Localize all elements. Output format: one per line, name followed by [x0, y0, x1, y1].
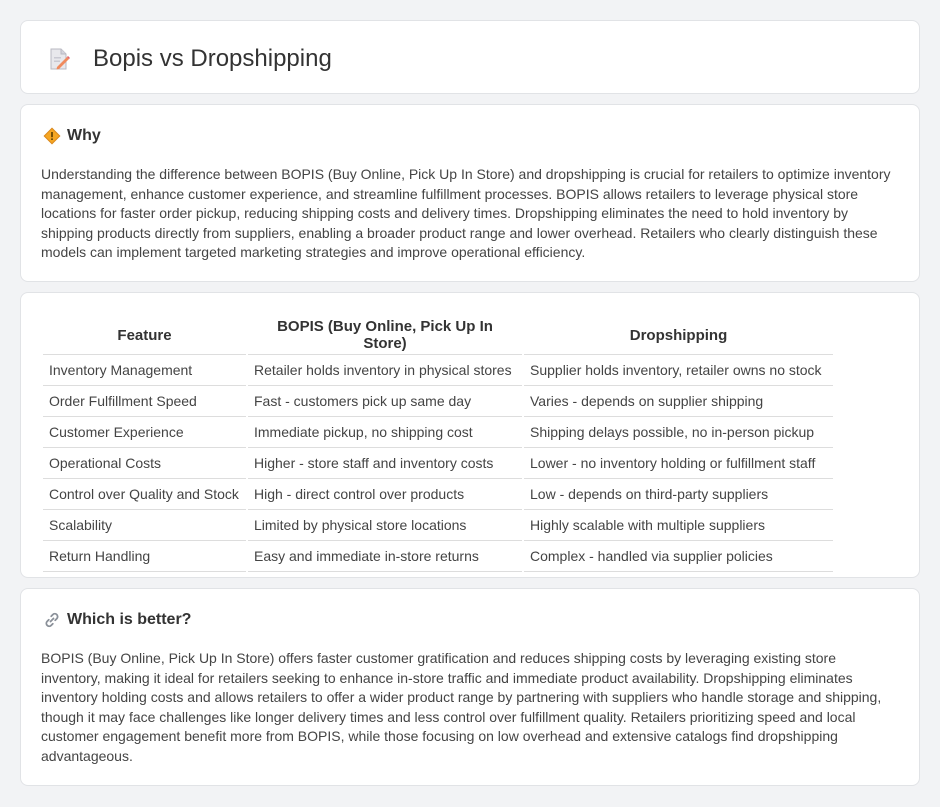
bopis-cell: Retailer holds inventory in physical sto…	[248, 355, 522, 386]
dropshipping-cell: Varies - depends on supplier shipping	[524, 386, 833, 417]
title-card: Bopis vs Dropshipping	[20, 20, 920, 94]
table-row: Customer Experience Immediate pickup, no…	[43, 417, 833, 448]
why-section: Why Understanding the difference between…	[20, 104, 920, 282]
dropshipping-cell: Complex - handled via supplier policies	[524, 541, 833, 572]
dropshipping-cell: Highly scalable with multiple suppliers	[524, 510, 833, 541]
bopis-cell: High - direct control over products	[248, 479, 522, 510]
feature-cell: Operational Costs	[43, 448, 246, 479]
table-row: Scalability Limited by physical store lo…	[43, 510, 833, 541]
comparison-table: Feature BOPIS (Buy Online, Pick Up In St…	[41, 315, 835, 572]
table-header-row: Feature BOPIS (Buy Online, Pick Up In St…	[43, 315, 833, 355]
comparison-section: Feature BOPIS (Buy Online, Pick Up In St…	[20, 292, 920, 578]
why-text: Understanding the difference between BOP…	[41, 166, 891, 261]
why-heading-row: Why	[43, 127, 101, 145]
bopis-cell: Limited by physical store locations	[248, 510, 522, 541]
header-bopis: BOPIS (Buy Online, Pick Up In Store)	[248, 315, 522, 355]
feature-cell: Return Handling	[43, 541, 246, 572]
link-icon	[43, 611, 61, 629]
better-heading: Which is better?	[67, 611, 192, 628]
page-title: Bopis vs Dropshipping	[93, 45, 332, 72]
header-dropshipping: Dropshipping	[524, 315, 833, 355]
dropshipping-cell: Lower - no inventory holding or fulfillm…	[524, 448, 833, 479]
bopis-cell: Fast - customers pick up same day	[248, 386, 522, 417]
warning-sign-icon	[43, 127, 61, 145]
table-row: Return Handling Easy and immediate in-st…	[43, 541, 833, 572]
bopis-cell: Higher - store staff and inventory costs	[248, 448, 522, 479]
table-row: Control over Quality and Stock High - di…	[43, 479, 833, 510]
header-feature: Feature	[43, 315, 246, 355]
document-pencil-icon	[47, 47, 71, 71]
bopis-cell: Easy and immediate in-store returns	[248, 541, 522, 572]
dropshipping-cell: Shipping delays possible, no in-person p…	[524, 417, 833, 448]
feature-cell: Control over Quality and Stock	[43, 479, 246, 510]
feature-cell: Scalability	[43, 510, 246, 541]
bopis-cell: Immediate pickup, no shipping cost	[248, 417, 522, 448]
table-row: Order Fulfillment Speed Fast - customers…	[43, 386, 833, 417]
table-row: Operational Costs Higher - store staff a…	[43, 448, 833, 479]
better-heading-row: Which is better?	[43, 611, 191, 629]
why-heading: Why	[67, 127, 101, 144]
feature-cell: Customer Experience	[43, 417, 246, 448]
feature-cell: Inventory Management	[43, 355, 246, 386]
better-text: BOPIS (Buy Online, Pick Up In Store) off…	[41, 650, 882, 764]
dropshipping-cell: Supplier holds inventory, retailer owns …	[524, 355, 833, 386]
feature-cell: Order Fulfillment Speed	[43, 386, 246, 417]
table-row: Inventory Management Retailer holds inve…	[43, 355, 833, 386]
dropshipping-cell: Low - depends on third-party suppliers	[524, 479, 833, 510]
which-is-better-section: Which is better? BOPIS (Buy Online, Pick…	[20, 588, 920, 786]
